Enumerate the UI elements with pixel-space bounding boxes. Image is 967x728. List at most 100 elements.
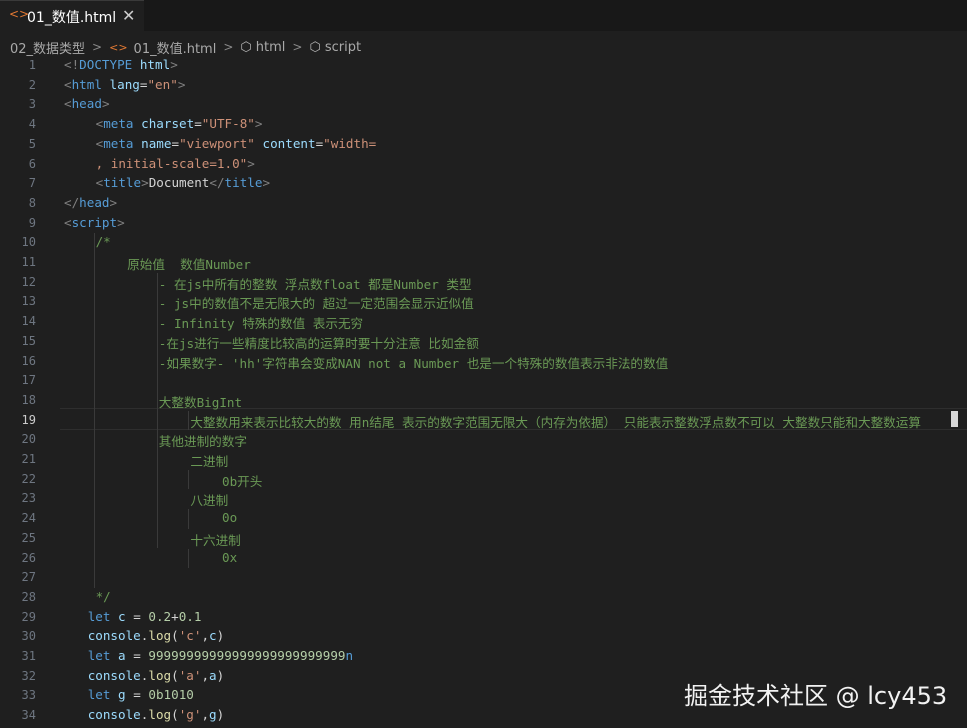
code-token: +	[171, 608, 179, 624]
code-line: */	[96, 589, 111, 604]
line-number: 3	[28, 97, 36, 112]
html-file-icon: <>	[109, 40, 128, 54]
code-line: 八进制	[190, 490, 228, 509]
code-token: log	[148, 628, 172, 644]
code-token: charset	[141, 116, 195, 132]
code-line: <script>	[64, 215, 125, 230]
code-line: console.log('c',c)	[88, 628, 225, 643]
code-token: c	[118, 608, 126, 624]
close-icon[interactable]: ✕	[122, 6, 135, 25]
breadcrumb-folder[interactable]: 02_数据类型	[10, 38, 85, 57]
code-line: -如果数字- 'hh'字符串会变成NAN not a Number 也是一个特殊…	[159, 353, 668, 372]
line-number: 31	[21, 649, 36, 663]
line-number: 15	[21, 333, 36, 348]
code-token: </	[209, 175, 225, 191]
code-token: - Infinity 特殊的数值 表示无穷	[158, 316, 364, 332]
code-token: c	[209, 628, 217, 644]
code-token: console	[87, 628, 141, 644]
line-number: 13	[21, 294, 36, 309]
code-line: console.log('a',a)	[88, 668, 225, 683]
code-token: html	[139, 57, 171, 72]
code-token: log	[148, 707, 172, 723]
code-line: <title>Document</title>	[96, 175, 270, 190]
code-token: (	[171, 707, 179, 723]
code-token: >	[247, 155, 255, 171]
text-cursor	[951, 411, 958, 427]
code-token: 原始值 数值Number	[127, 257, 251, 272]
code-token: 'a'	[178, 667, 202, 683]
line-number: 26	[21, 550, 36, 565]
code-token: 0o	[222, 510, 238, 526]
code-token: name	[141, 135, 172, 151]
code-token: 0x	[222, 549, 238, 565]
code-token: 0.2	[148, 608, 172, 624]
breadcrumb-file[interactable]: 01_数值.html	[134, 38, 217, 57]
code-token: "viewport"	[179, 135, 255, 151]
code-token: "width=	[323, 135, 377, 151]
code-token: a	[118, 648, 126, 663]
code-token: 0.1	[178, 608, 202, 624]
line-number: 4	[28, 117, 36, 132]
code-token: g	[209, 707, 217, 723]
code-token: n	[345, 648, 354, 663]
code-token: >	[254, 116, 263, 132]
code-token: >	[101, 96, 110, 112]
code-token: let	[87, 648, 111, 663]
code-token: "UTF-8"	[201, 116, 255, 132]
code-token: -在js进行一些精度比较高的运算时要十分注意 比如金额	[158, 335, 479, 351]
line-number: 23	[21, 491, 36, 506]
line-number: 28	[21, 589, 36, 604]
code-token: 大整数用来表示比较大的数 用n结尾 表示的数字范围无限大（内存为依据） 只能表示…	[190, 414, 921, 430]
indent-guide	[93, 233, 95, 588]
line-number: 32	[21, 668, 36, 683]
code-line: let g = 0b1010	[88, 687, 194, 702]
line-number: 5	[28, 136, 36, 151]
code-token: head	[79, 194, 110, 210]
breadcrumb-script[interactable]: script	[325, 40, 361, 55]
indent-guide	[188, 509, 190, 529]
editor-tab-active[interactable]: <> 01_数值.html ✕	[0, 0, 144, 31]
code-token: 'c'	[178, 628, 202, 644]
chevron-right-icon: >	[92, 40, 103, 54]
code-token: ,	[201, 667, 210, 683]
code-token: Document	[148, 175, 210, 191]
line-number: 21	[21, 452, 36, 466]
code-token: 大整数BigInt	[158, 394, 243, 410]
line-number: 19	[21, 412, 36, 427]
code-token: -如果数字- 'hh'字符串会变成NAN not a Number 也是一个特殊…	[158, 355, 669, 371]
code-token: =	[125, 608, 149, 624]
line-number: 2	[28, 77, 36, 92]
chevron-right-icon: >	[223, 40, 234, 54]
code-token: =	[125, 687, 149, 703]
code-token: script	[71, 214, 118, 230]
code-token: head	[71, 96, 102, 112]
code-line: <meta charset="UTF-8">	[96, 116, 263, 131]
code-line: 0b开头	[222, 471, 262, 490]
code-token: a	[209, 667, 217, 683]
line-number: 6	[28, 156, 36, 171]
code-token: /*	[95, 234, 111, 250]
code-token: */	[95, 588, 111, 604]
line-number: 11	[21, 255, 36, 269]
code-token: >	[177, 76, 186, 92]
code-line: - 在js中所有的整数 浮点数float 都是Number 类型	[159, 274, 472, 293]
code-token: ,	[201, 707, 210, 723]
line-number: 1	[28, 58, 36, 72]
indent-guide	[188, 469, 190, 490]
cube-icon: ⬡	[240, 39, 252, 55]
code-line: - js中的数值不是无限大的 超过一定范围会显示近似值	[159, 293, 474, 312]
indent-guide	[188, 410, 190, 431]
code-token: 0b开头	[222, 473, 263, 489]
code-line: 大整数用来表示比较大的数 用n结尾 表示的数字范围无限大（内存为依据） 只能表示…	[190, 412, 921, 431]
code-line: - Infinity 特殊的数值 表示无穷	[159, 313, 363, 332]
breadcrumb-html[interactable]: html	[256, 40, 286, 55]
code-token: >	[262, 175, 271, 191]
code-token: DOCTYPE	[79, 57, 133, 72]
line-number: 24	[21, 511, 36, 526]
line-number: 22	[21, 471, 36, 486]
